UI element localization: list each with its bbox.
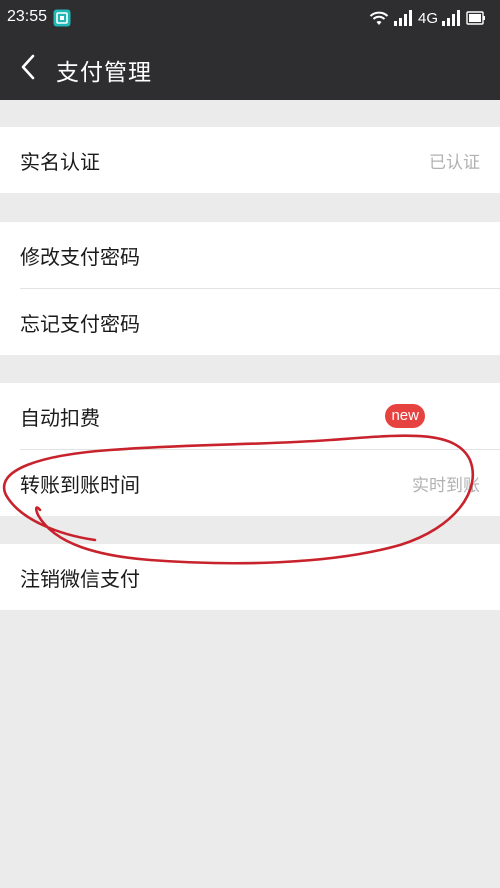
network-type: 4G [417, 9, 438, 27]
wifi-icon [369, 11, 389, 25]
group-password: 修改支付密码 忘记支付密码 [0, 222, 500, 355]
row-value: 实时到账 [412, 475, 480, 496]
signal-icon [393, 10, 412, 26]
battery-icon [466, 11, 485, 25]
back-arrow-icon[interactable] [16, 53, 40, 81]
row-real-name-auth[interactable]: 实名认证 已认证 [0, 127, 500, 193]
new-badge: new [385, 404, 425, 428]
row-label: 自动扣费 [20, 405, 100, 430]
row-value: 已认证 [429, 152, 480, 173]
row-label: 转账到账时间 [20, 472, 140, 497]
page-title: 支付管理 [56, 60, 152, 86]
row-label: 实名认证 [20, 149, 100, 174]
group-verification: 实名认证 已认证 [0, 127, 500, 193]
group-deregister: 注销微信支付 [0, 544, 500, 610]
group-payment-settings: 自动扣费 new 转账到账时间 实时到账 [0, 383, 500, 516]
screenshot-app-icon [53, 9, 71, 27]
row-auto-deduction[interactable]: 自动扣费 new [0, 383, 500, 449]
row-change-password[interactable]: 修改支付密码 [0, 222, 500, 288]
row-transfer-arrival-time[interactable]: 转账到账时间 实时到账 [0, 450, 500, 516]
status-bar: 23:55 4G [0, 0, 500, 34]
signal-icon-2 [442, 10, 460, 26]
status-time: 23:55 [7, 8, 48, 25]
row-label: 忘记支付密码 [20, 311, 140, 336]
row-label: 修改支付密码 [20, 244, 140, 269]
nav-bar: 支付管理 [0, 34, 500, 100]
row-deregister-wechat-pay[interactable]: 注销微信支付 [0, 544, 500, 610]
row-label: 注销微信支付 [20, 566, 140, 591]
status-indicators: 4G [368, 8, 486, 28]
row-forgot-password[interactable]: 忘记支付密码 [0, 289, 500, 355]
